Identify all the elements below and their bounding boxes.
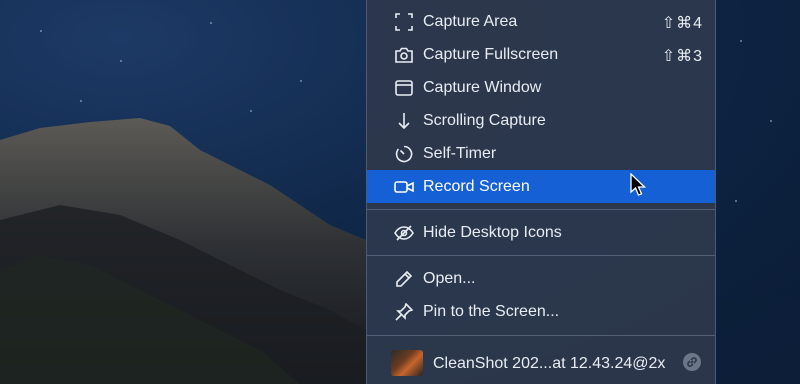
menu-item-capture-area[interactable]: Capture Area ⇧⌘4 xyxy=(367,5,715,38)
menu-item-label: Open... xyxy=(423,270,476,287)
video-camera-icon xyxy=(393,176,415,198)
menu-item-record-screen[interactable]: Record Screen xyxy=(367,170,715,203)
down-arrow-icon xyxy=(393,110,415,132)
menu-item-hide-desktop-icons[interactable]: Hide Desktop Icons xyxy=(367,216,715,249)
menu-separator xyxy=(367,255,715,256)
capture-area-icon xyxy=(393,11,415,33)
eye-slash-icon xyxy=(393,222,415,244)
menu-item-open[interactable]: Open... xyxy=(367,262,715,295)
menu-item-label: Record Screen xyxy=(423,178,530,195)
menu-separator xyxy=(367,335,715,336)
recent-capture-label: CleanShot 202...at 12.43.24@2x xyxy=(433,355,666,372)
menu-item-label: Capture Area xyxy=(423,13,518,30)
menu-item-label: Hide Desktop Icons xyxy=(423,224,562,241)
menu-item-label: Pin to the Screen... xyxy=(423,303,560,320)
menu-separator xyxy=(367,209,715,210)
pin-icon xyxy=(393,301,415,323)
mouse-cursor-icon xyxy=(630,173,646,196)
menu-item-self-timer[interactable]: Self-Timer xyxy=(367,137,715,170)
shortcut-label: ⇧⌘3 xyxy=(661,48,703,65)
menu-item-label: Capture Fullscreen xyxy=(423,46,559,63)
menu-item-label: Capture Window xyxy=(423,79,542,96)
shortcut-label: ⇧⌘4 xyxy=(661,15,703,32)
window-icon xyxy=(393,77,415,99)
capture-menu: Capture Area ⇧⌘4 Capture Fullscreen ⇧⌘3 … xyxy=(366,0,716,384)
menu-item-label: Self-Timer xyxy=(423,145,497,162)
timer-icon xyxy=(393,143,415,165)
link-icon[interactable] xyxy=(683,353,701,371)
menu-item-capture-fullscreen[interactable]: Capture Fullscreen ⇧⌘3 xyxy=(367,38,715,71)
menu-item-label: Scrolling Capture xyxy=(423,112,546,129)
recent-capture-thumbnail xyxy=(391,350,423,376)
pencil-icon xyxy=(393,268,415,290)
menu-item-pin-to-screen[interactable]: Pin to the Screen... xyxy=(367,295,715,328)
camera-icon xyxy=(393,44,415,66)
menu-item-scrolling-capture[interactable]: Scrolling Capture xyxy=(367,104,715,137)
menu-item-capture-window[interactable]: Capture Window xyxy=(367,71,715,104)
